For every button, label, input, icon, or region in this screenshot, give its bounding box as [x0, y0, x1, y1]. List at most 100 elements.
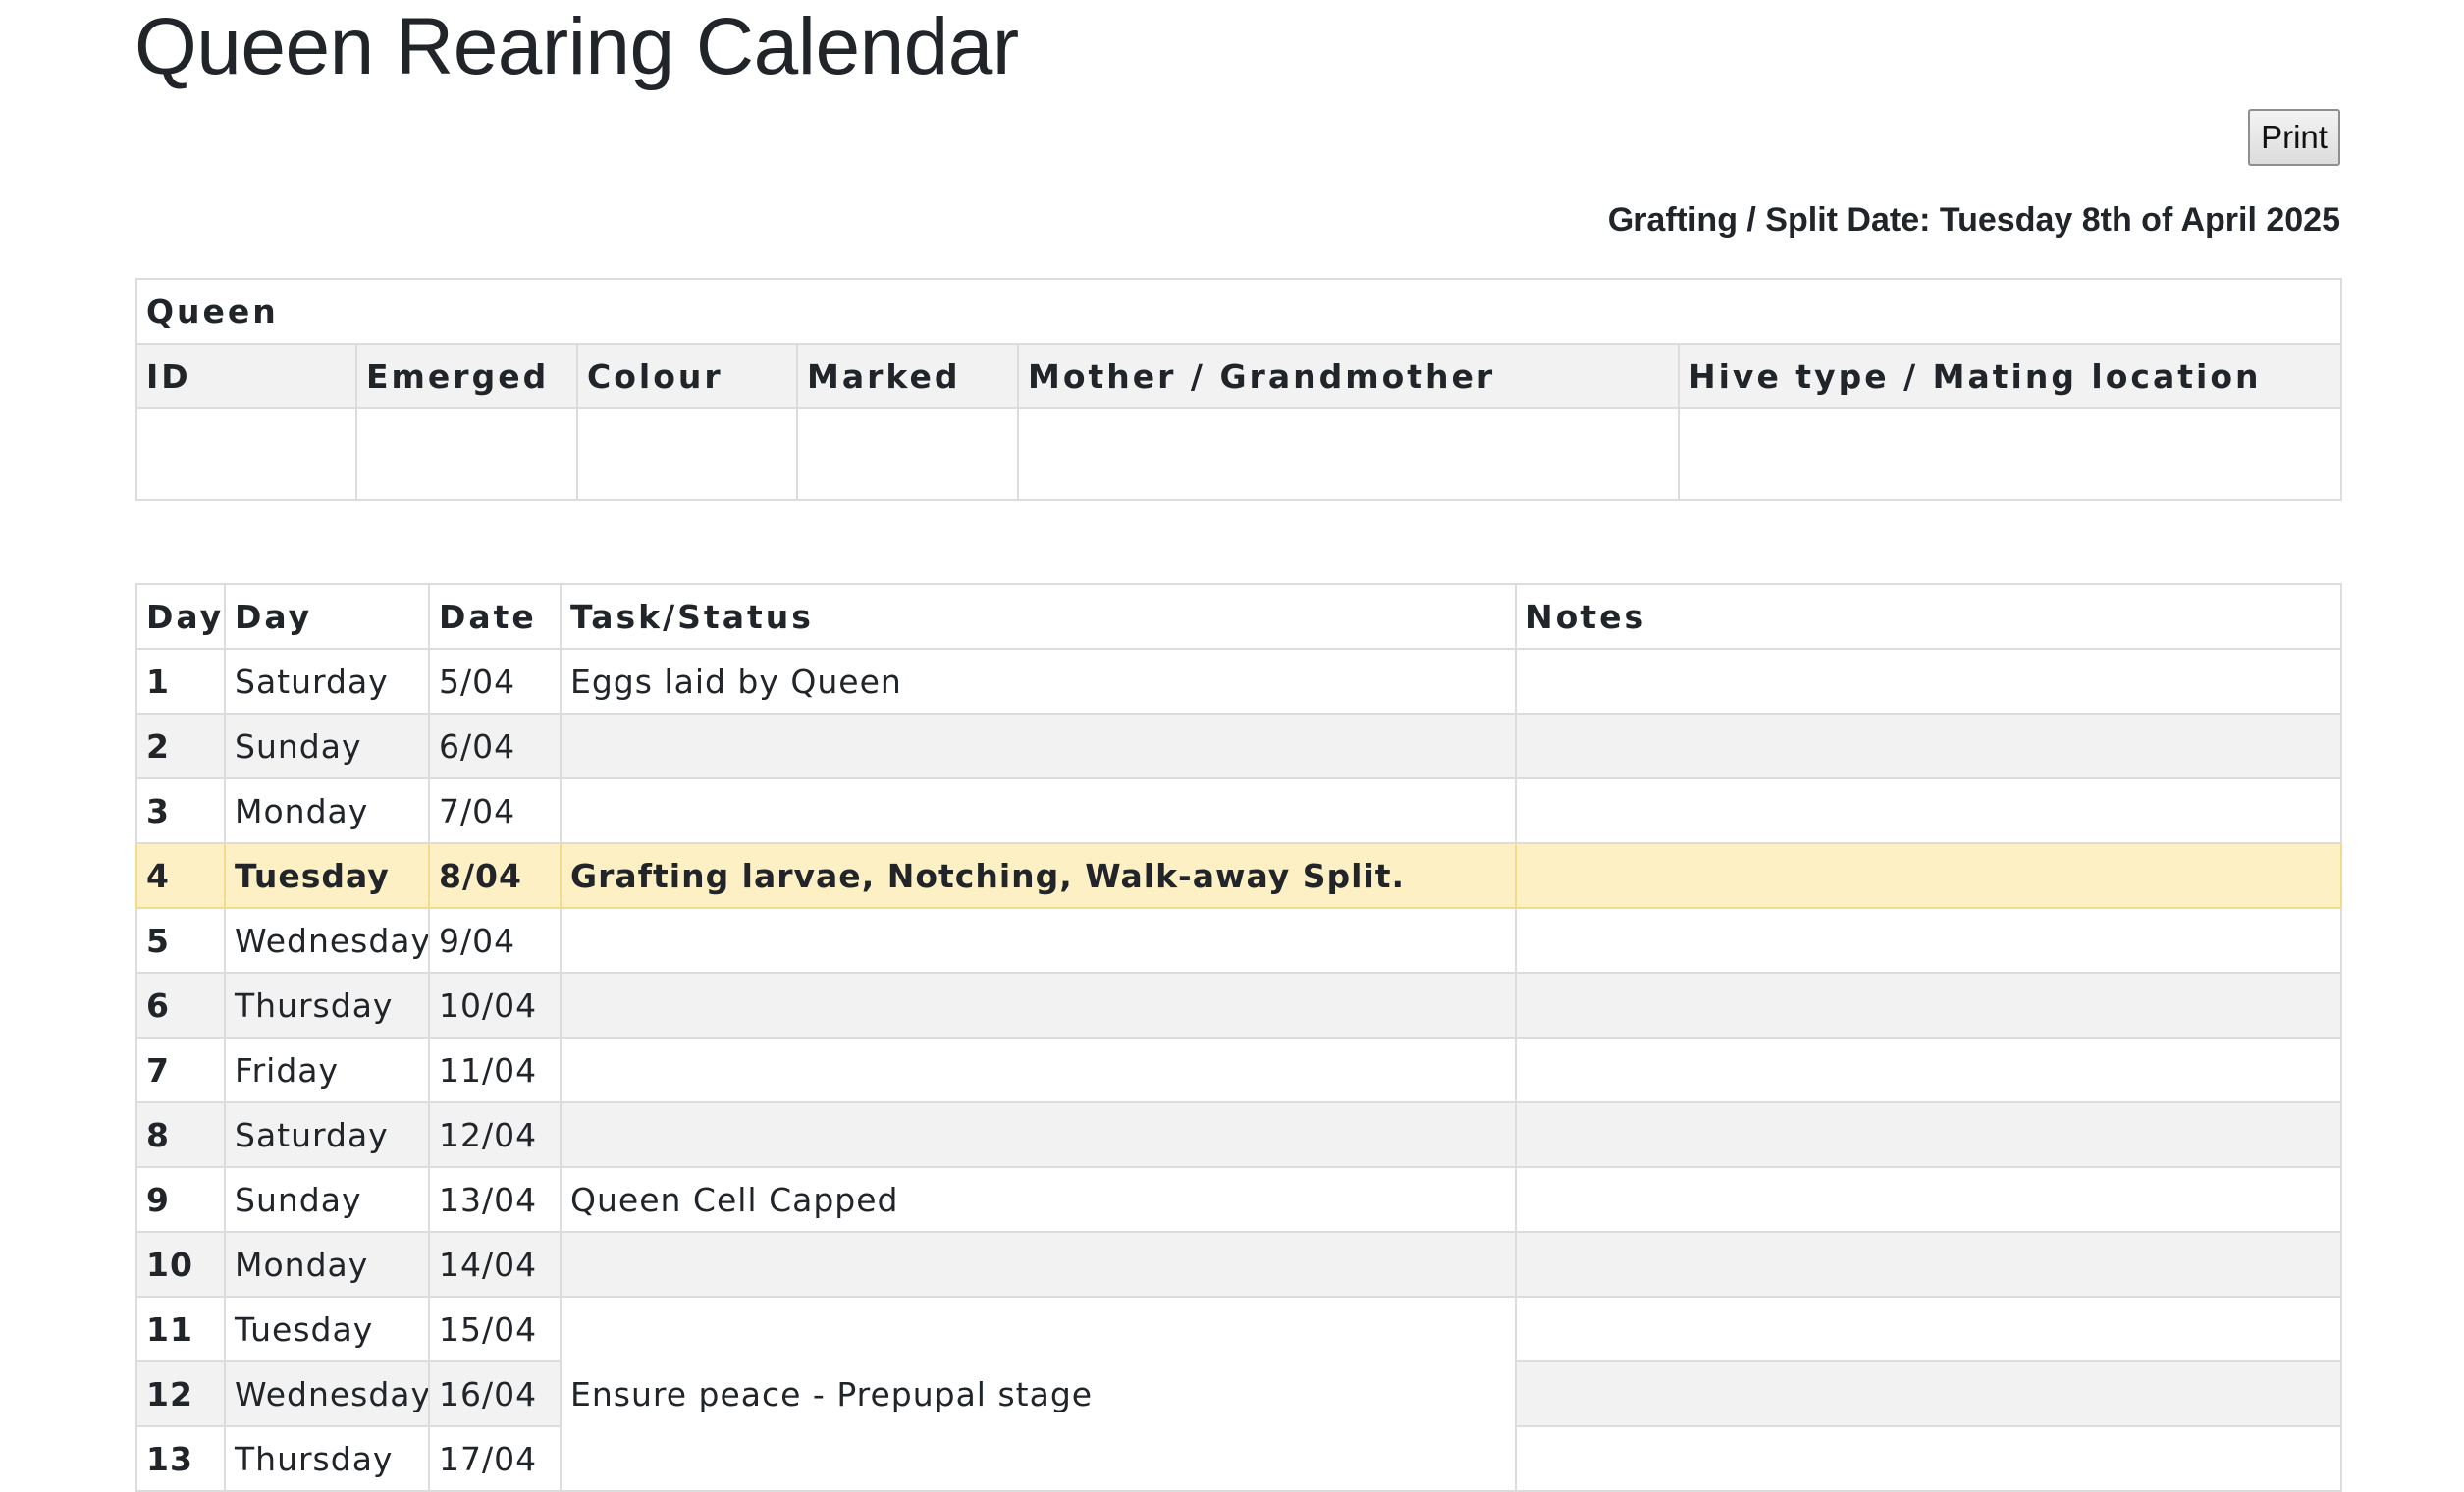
- day-number: 2: [135, 713, 226, 779]
- date: 7/04: [428, 777, 562, 844]
- task-status: Grafting larvae, Notching, Walk-away Spl…: [560, 842, 1517, 909]
- notes-cell[interactable]: [1515, 1425, 2342, 1492]
- queen-table: Queen ID Emerged Colour Marked Mother / …: [134, 278, 2343, 501]
- queen-entry-row: [135, 407, 2343, 501]
- calendar-row: 5 Wednesday 9/04: [135, 907, 2342, 974]
- calendar-header-day-num: Day: [135, 583, 226, 650]
- day-number: 4: [135, 842, 226, 909]
- date: 15/04: [428, 1296, 562, 1362]
- day-number: 12: [135, 1360, 226, 1427]
- queen-caption: Queen: [134, 278, 2343, 345]
- queen-header-colour: Colour: [576, 343, 798, 409]
- day-number: 6: [135, 972, 226, 1039]
- print-button[interactable]: Print: [2248, 109, 2340, 166]
- notes-cell[interactable]: [1515, 1166, 2342, 1233]
- page-title: Queen Rearing Calendar: [134, 2, 1019, 91]
- weekday: Sunday: [224, 1166, 430, 1233]
- notes-cell[interactable]: [1515, 777, 2342, 844]
- calendar-row: 9 Sunday 13/04 Queen Cell Capped: [135, 1166, 2342, 1233]
- calendar-row: 10 Monday 14/04: [135, 1231, 2342, 1298]
- weekday: Thursday: [224, 972, 430, 1039]
- day-number: 7: [135, 1037, 226, 1103]
- calendar-header-weekday: Day: [224, 583, 430, 650]
- date: 13/04: [428, 1166, 562, 1233]
- task-status-merged: Ensure peace - Prepupal stage: [560, 1296, 1517, 1492]
- task-status: [560, 1101, 1517, 1168]
- queen-header-row: ID Emerged Colour Marked Mother / Grandm…: [135, 343, 2343, 409]
- notes-cell[interactable]: [1515, 907, 2342, 974]
- calendar-row: 7 Friday 11/04: [135, 1037, 2342, 1103]
- notes-cell[interactable]: [1515, 648, 2342, 715]
- queen-id-cell[interactable]: [135, 407, 357, 501]
- queen-hive-type-cell[interactable]: [1677, 407, 2343, 501]
- date: 12/04: [428, 1101, 562, 1168]
- notes-cell[interactable]: [1515, 713, 2342, 779]
- queen-caption-row: Queen: [134, 278, 2343, 345]
- queen-emerged-cell[interactable]: [355, 407, 578, 501]
- weekday: Saturday: [224, 1101, 430, 1168]
- weekday: Monday: [224, 1231, 430, 1298]
- weekday: Saturday: [224, 648, 430, 715]
- day-number: 1: [135, 648, 226, 715]
- notes-cell[interactable]: [1515, 842, 2342, 909]
- weekday: Tuesday: [224, 1296, 430, 1362]
- notes-cell[interactable]: [1515, 1037, 2342, 1103]
- day-number: 11: [135, 1296, 226, 1362]
- date: 11/04: [428, 1037, 562, 1103]
- calendar-row: 1 Saturday 5/04 Eggs laid by Queen: [135, 648, 2342, 715]
- page: Queen Rearing Calendar Print Grafting / …: [0, 0, 2464, 1492]
- task-status: [560, 713, 1517, 779]
- task-status: [560, 1037, 1517, 1103]
- calendar-row: 11 Tuesday 15/04 Ensure peace - Prepupal…: [135, 1296, 2342, 1492]
- notes-cell[interactable]: [1515, 972, 2342, 1039]
- notes-cell[interactable]: [1515, 1101, 2342, 1168]
- weekday: Thursday: [224, 1425, 430, 1492]
- weekday: Wednesday: [224, 907, 430, 974]
- notes-cell[interactable]: [1515, 1296, 2342, 1362]
- date: 17/04: [428, 1425, 562, 1492]
- notes-cell[interactable]: [1515, 1360, 2342, 1427]
- task-status: [560, 907, 1517, 974]
- queen-header-hive-type: Hive type / Mating location: [1677, 343, 2343, 409]
- weekday: Monday: [224, 777, 430, 844]
- weekday: Sunday: [224, 713, 430, 779]
- queen-header-emerged: Emerged: [355, 343, 578, 409]
- grafting-date-label: Grafting / Split Date: Tuesday 8th of Ap…: [1607, 201, 2340, 239]
- calendar-header-date: Date: [428, 583, 562, 650]
- date: 16/04: [428, 1360, 562, 1427]
- day-number: 5: [135, 907, 226, 974]
- weekday: Wednesday: [224, 1360, 430, 1427]
- weekday: Tuesday: [224, 842, 430, 909]
- calendar-header-notes: Notes: [1515, 583, 2342, 650]
- task-status: Eggs laid by Queen: [560, 648, 1517, 715]
- queen-header-id: ID: [135, 343, 357, 409]
- task-status: [560, 1231, 1517, 1298]
- calendar-header-row: Day Day Date Task/Status Notes: [135, 583, 2342, 650]
- date: 6/04: [428, 713, 562, 779]
- calendar-table: Day Day Date Task/Status Notes 1 Saturda…: [135, 583, 2342, 1492]
- day-number: 9: [135, 1166, 226, 1233]
- queen-colour-cell[interactable]: [576, 407, 798, 501]
- calendar-row: 3 Monday 7/04: [135, 777, 2342, 844]
- weekday: Friday: [224, 1037, 430, 1103]
- queen-mother-cell[interactable]: [1017, 407, 1680, 501]
- day-number: 3: [135, 777, 226, 844]
- task-status: [560, 972, 1517, 1039]
- queen-header-marked: Marked: [796, 343, 1019, 409]
- calendar-row-highlighted: 4 Tuesday 8/04 Grafting larvae, Notching…: [135, 842, 2342, 909]
- queen-marked-cell[interactable]: [796, 407, 1019, 501]
- date: 5/04: [428, 648, 562, 715]
- day-number: 13: [135, 1425, 226, 1492]
- calendar-row: 8 Saturday 12/04: [135, 1101, 2342, 1168]
- date: 8/04: [428, 842, 562, 909]
- date: 9/04: [428, 907, 562, 974]
- day-number: 10: [135, 1231, 226, 1298]
- queen-header-mother: Mother / Grandmother: [1017, 343, 1680, 409]
- date: 10/04: [428, 972, 562, 1039]
- calendar-row: 6 Thursday 10/04: [135, 972, 2342, 1039]
- calendar-row: 2 Sunday 6/04: [135, 713, 2342, 779]
- task-status: [560, 777, 1517, 844]
- day-number: 8: [135, 1101, 226, 1168]
- notes-cell[interactable]: [1515, 1231, 2342, 1298]
- date: 14/04: [428, 1231, 562, 1298]
